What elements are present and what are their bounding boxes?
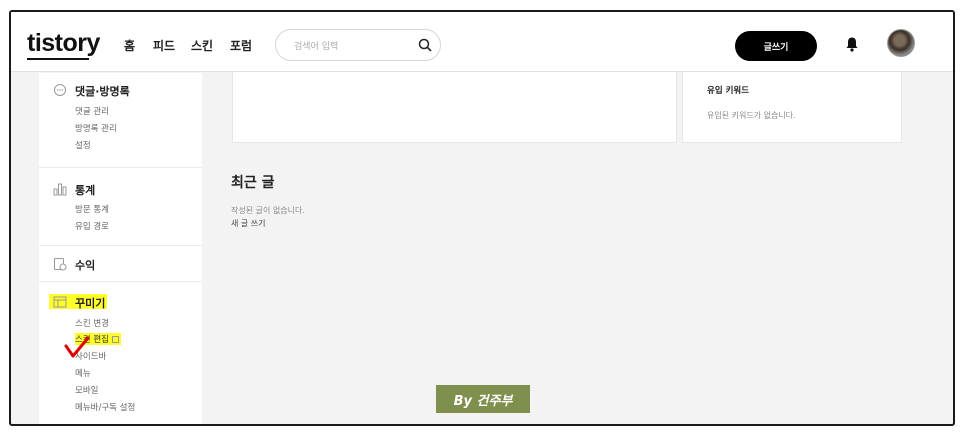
sidebar-section-comments: 댓글·방명록 댓글 관리 방명록 관리 설정	[39, 73, 202, 168]
watermark: By 건주부	[436, 385, 530, 413]
recent-posts-title: 최근 글	[231, 175, 275, 191]
search-placeholder: 검색어 입력	[294, 42, 339, 52]
sidebar-section-revenue: 수익	[39, 246, 202, 282]
browser-frame: tistory 홈 피드 스킨 포럼 검색어 입력 글쓰기 댓글·방명록 댓글 …	[9, 10, 955, 426]
keyword-title: 유입 키워드	[707, 86, 750, 96]
logo-underline	[27, 58, 89, 60]
bar-chart-icon	[53, 183, 67, 196]
tistory-logo[interactable]: tistory	[27, 29, 100, 58]
sidebar-item-settings[interactable]: 설정	[75, 139, 91, 151]
user-avatar[interactable]	[887, 29, 915, 57]
bell-icon[interactable]	[845, 36, 859, 52]
search-icon[interactable]	[418, 38, 432, 52]
keyword-card: 유입 키워드 유입된 키워드가 없습니다.	[682, 72, 902, 143]
sidebar-item-guestbook-manage[interactable]: 방명록 관리	[75, 122, 117, 134]
layout-icon	[53, 296, 67, 308]
sidebar-item-referrer[interactable]: 유입 경로	[75, 220, 109, 232]
sidebar-title-decorate[interactable]: 꾸미기	[75, 295, 105, 311]
nav-skin[interactable]: 스킨	[191, 37, 213, 54]
sidebar-item-comment-manage[interactable]: 댓글 관리	[75, 105, 109, 117]
speech-bubble-icon	[54, 84, 66, 96]
sidebar-item-menubar-subscribe[interactable]: 메뉴바/구독 설정	[75, 401, 135, 413]
sidebar-item-skin-change[interactable]: 스킨 변경	[75, 317, 109, 329]
sidebar-title-revenue[interactable]: 수익	[75, 257, 95, 273]
new-post-link[interactable]: 새 글 쓰기	[231, 218, 266, 229]
checkmark-icon	[64, 336, 90, 358]
revenue-icon	[54, 258, 67, 271]
top-content-card	[232, 72, 677, 143]
sidebar-title-comments[interactable]: 댓글·방명록	[75, 83, 130, 99]
nav-forum[interactable]: 포럼	[230, 37, 252, 54]
sidebar-item-visit-stats[interactable]: 방문 통계	[75, 203, 109, 215]
sidebar-title-stats[interactable]: 통계	[75, 182, 95, 198]
sidebar-section-stats: 통계 방문 통계 유입 경로	[39, 168, 202, 246]
keyword-empty-text: 유입된 키워드가 없습니다.	[707, 111, 796, 120]
nav-feed[interactable]: 피드	[153, 37, 175, 54]
nav-home[interactable]: 홈	[124, 37, 135, 54]
write-post-button[interactable]: 글쓰기	[735, 31, 817, 61]
sidebar-item-mobile[interactable]: 모바일	[75, 384, 98, 396]
admin-sidebar: 댓글·방명록 댓글 관리 방명록 관리 설정 통계 방문 통계 유입 경로 수익	[39, 73, 202, 424]
recent-posts-empty: 작성된 글이 없습니다.	[231, 206, 305, 215]
top-header: tistory 홈 피드 스킨 포럼 검색어 입력 글쓰기	[11, 12, 953, 72]
sidebar-item-menu[interactable]: 메뉴	[75, 367, 91, 379]
search-input[interactable]: 검색어 입력	[275, 29, 441, 61]
external-link-icon	[111, 336, 119, 343]
